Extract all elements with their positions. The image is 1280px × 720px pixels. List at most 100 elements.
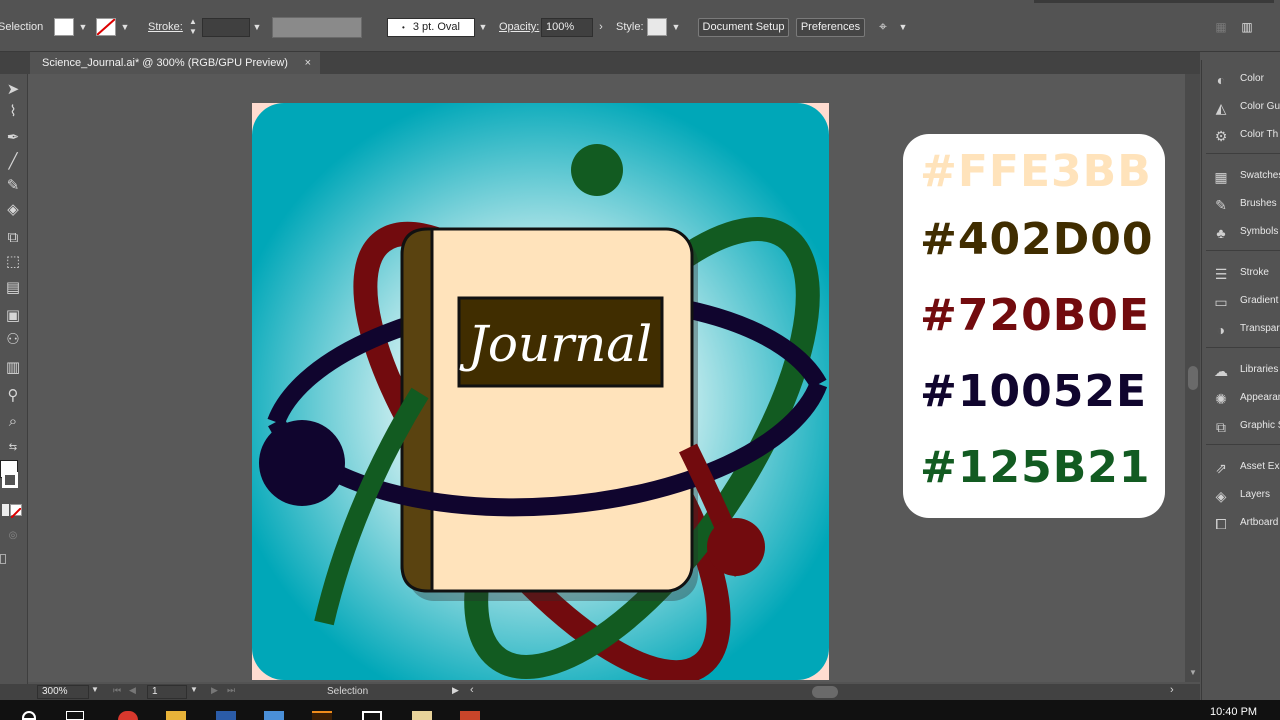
vertical-scrollbar[interactable]: ▼: [1185, 74, 1200, 682]
panel-item-graphic-styles[interactable]: ⧉ Graphic S: [1202, 413, 1280, 441]
panel-label: Swatches: [1240, 170, 1280, 181]
stroke-swatch[interactable]: [96, 18, 116, 36]
panel-item-color-themes[interactable]: ⚙ Color Th: [1202, 122, 1280, 150]
chrome-icon[interactable]: [118, 711, 138, 720]
arrange-documents-icon[interactable]: ▦: [1214, 18, 1228, 36]
free-transform-tool-icon[interactable]: ⬚: [3, 252, 23, 272]
search-stock-field[interactable]: [1034, 0, 1274, 3]
fill-dropdown-icon[interactable]: ▼: [76, 18, 90, 36]
gradient-tool-icon[interactable]: ▣: [3, 306, 23, 326]
panel-item-brushes[interactable]: ✎ Brushes: [1202, 191, 1280, 219]
window-icon[interactable]: [362, 711, 382, 720]
zoom-dropdown-icon[interactable]: ▼: [91, 685, 99, 694]
style-dropdown-icon[interactable]: ▼: [669, 18, 683, 36]
scroll-right-icon[interactable]: ›: [1170, 684, 1174, 696]
color-palette-card: #FFE3BB #402D00 #720B0E #10052E #125B21: [903, 134, 1165, 518]
panel-item-asset-export[interactable]: ⇗ Asset Exp: [1202, 454, 1280, 482]
panel-label: Graphic S: [1240, 420, 1280, 431]
notes-icon[interactable]: [412, 711, 432, 720]
brush-definition-field[interactable]: • 3 pt. Oval: [387, 18, 475, 37]
panel-item-appearance[interactable]: ✺ Appearan: [1202, 385, 1280, 413]
selection-tool-icon[interactable]: ➤: [3, 80, 23, 100]
horizontal-scroll-thumb[interactable]: [812, 686, 838, 698]
stroke-weight-dropdown-icon[interactable]: ▼: [250, 18, 264, 36]
panel-item-swatches[interactable]: ▦ Swatches: [1202, 163, 1280, 191]
opacity-field[interactable]: 100%: [541, 18, 593, 37]
align-options-icon[interactable]: ⌖: [876, 17, 890, 35]
word-icon[interactable]: [216, 711, 236, 720]
panel-label: Gradient: [1240, 295, 1279, 306]
app-icon[interactable]: [264, 711, 284, 720]
panel-item-color-guide[interactable]: ◭ Color Gu: [1202, 94, 1280, 122]
pen-tool-icon[interactable]: ✒: [3, 128, 23, 148]
artboard-number-field[interactable]: 1: [147, 685, 187, 699]
status-menu-icon[interactable]: ▶: [452, 685, 459, 696]
none-icon: [10, 507, 22, 519]
green-electron: [571, 144, 623, 196]
next-artboard-icon[interactable]: ▶: [211, 685, 218, 696]
science-journal-artwork[interactable]: Journal: [252, 103, 829, 680]
stroke-color-indicator[interactable]: [2, 472, 18, 488]
no-stroke-icon: [96, 18, 116, 36]
panel-label: Color Th: [1240, 129, 1279, 140]
panel-item-layers[interactable]: ◈ Layers: [1202, 482, 1280, 510]
close-tab-icon[interactable]: ×: [305, 52, 311, 74]
panel-item-transparency[interactable]: ◑ Transpar: [1202, 316, 1280, 344]
align-dropdown-icon[interactable]: ▼: [896, 18, 910, 36]
taskbar-clock[interactable]: 10:40 PM: [1210, 706, 1257, 718]
workspace-switcher-icon[interactable]: ▥: [1240, 18, 1254, 36]
artboard[interactable]: Journal: [252, 103, 829, 680]
stroke-weight-stepper[interactable]: ▲ ▼: [186, 17, 200, 36]
zoom-level-field[interactable]: 300%: [37, 685, 89, 699]
panel-item-color[interactable]: ◐ Color: [1202, 66, 1280, 94]
vertical-scroll-thumb[interactable]: [1188, 366, 1198, 390]
brush-dot-icon: •: [402, 23, 405, 32]
zoom-tool-icon[interactable]: ⌕: [3, 412, 23, 432]
task-view-icon[interactable]: [66, 711, 84, 720]
paintbrush-tool-icon[interactable]: ✎: [3, 176, 23, 196]
eyedropper-tool-icon[interactable]: ⚲: [3, 386, 23, 406]
tools-panel: ➤ ⌇ ✒ ╱ ✎ ◈ ⧉ ⬚ ▤ ▣ ⚇ ▥ ⚲ ⌕ ⇆ ◎: [0, 74, 28, 684]
panel-item-gradient[interactable]: ▭ Gradient: [1202, 288, 1280, 316]
opacity-arrow-icon[interactable]: ›: [594, 18, 608, 36]
document-setup-button[interactable]: Document Setup: [698, 18, 789, 37]
search-icon[interactable]: [22, 711, 36, 720]
color-mode-button[interactable]: [2, 504, 9, 516]
eraser-tool-icon[interactable]: ◈: [3, 200, 23, 220]
illustrator-icon[interactable]: [312, 711, 332, 720]
stroke-dropdown-icon[interactable]: ▼: [118, 18, 132, 36]
screen-mode-icon[interactable]: [0, 554, 6, 564]
scroll-down-icon[interactable]: ▼: [1189, 668, 1197, 677]
swap-colors-icon[interactable]: ⇆: [3, 438, 23, 458]
style-swatch[interactable]: [647, 18, 667, 36]
file-explorer-icon[interactable]: [166, 711, 186, 720]
layers-icon: ◈: [1215, 488, 1227, 504]
none-mode-button[interactable]: [10, 504, 22, 519]
panel-item-stroke[interactable]: ☰ Stroke: [1202, 260, 1280, 288]
panel-item-libraries[interactable]: ☁ Libraries: [1202, 357, 1280, 385]
panel-item-symbols[interactable]: ♣ Symbols: [1202, 219, 1280, 247]
powerpoint-icon[interactable]: [460, 711, 480, 720]
document-tab-title: Science_Journal.ai* @ 300% (RGB/GPU Prev…: [42, 57, 288, 69]
document-tab[interactable]: Science_Journal.ai* @ 300% (RGB/GPU Prev…: [30, 52, 320, 74]
shape-builder-tool-icon[interactable]: ⚇: [3, 330, 23, 350]
graphic-styles-icon: ⧉: [1216, 419, 1226, 435]
previous-artboard-icon[interactable]: ◀: [129, 685, 136, 696]
brush-dropdown-icon[interactable]: ▼: [476, 18, 490, 36]
graph-tool-icon[interactable]: ▥: [3, 358, 23, 378]
scroll-left-icon[interactable]: ‹: [470, 684, 474, 696]
transparency-icon: ◑: [1216, 322, 1226, 338]
line-tool-icon[interactable]: ╱: [3, 152, 23, 172]
preferences-button[interactable]: Preferences: [796, 18, 865, 37]
draw-mode-icon[interactable]: ◎: [3, 526, 23, 546]
scale-tool-icon[interactable]: ⧉: [3, 228, 23, 248]
last-artboard-icon[interactable]: ⏭: [227, 685, 235, 696]
panel-item-artboards[interactable]: ⧠ Artboard: [1202, 510, 1280, 538]
curvature-tool-icon[interactable]: ⌇: [3, 102, 23, 122]
variable-width-profile[interactable]: [272, 17, 362, 38]
perspective-grid-tool-icon[interactable]: ▤: [3, 278, 23, 298]
first-artboard-icon[interactable]: ⏮: [113, 685, 121, 696]
artboard-dropdown-icon[interactable]: ▼: [190, 685, 198, 694]
stroke-weight-field[interactable]: [202, 18, 250, 37]
fill-swatch[interactable]: [54, 18, 74, 36]
